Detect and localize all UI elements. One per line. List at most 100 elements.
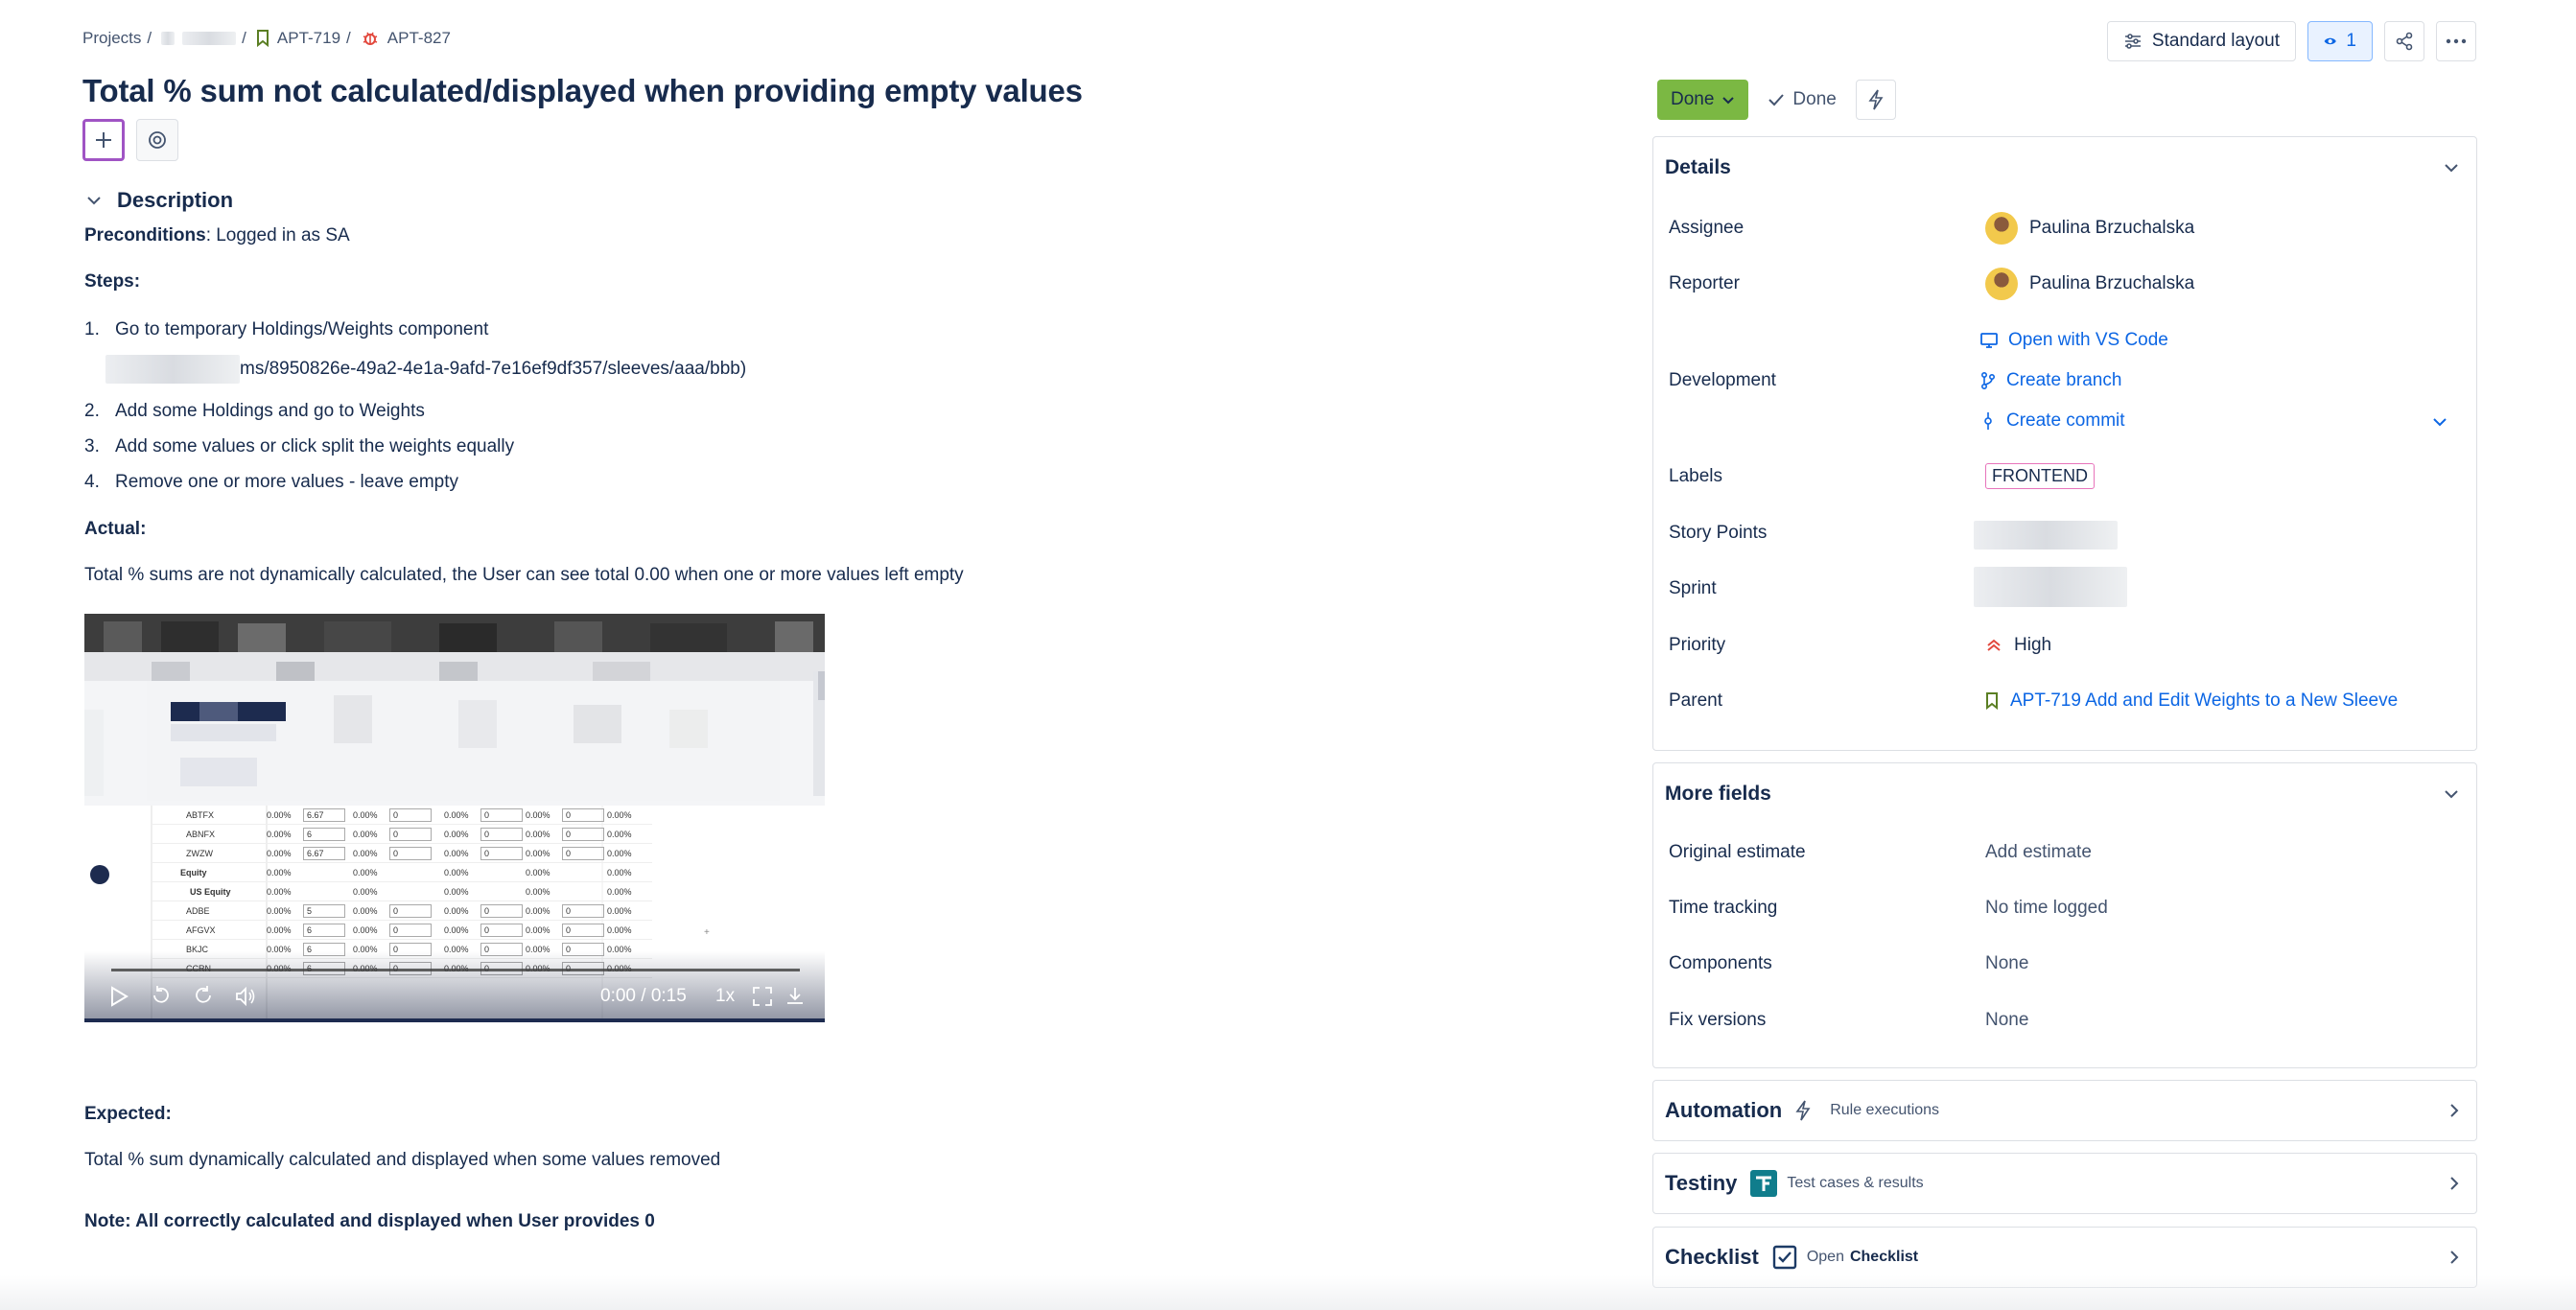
step-number: 1. [84,319,100,339]
video-row-name: Equity [180,868,207,877]
issue-header-actions: Standard layout 1 [2106,21,2476,61]
apps-button[interactable] [136,119,178,161]
video-row-value: 0.00% [353,925,378,935]
step-text: Go to temporary Holdings/Weights compone… [115,319,489,339]
fix-versions-field[interactable]: None [1985,1010,2028,1031]
more-actions-button[interactable] [2436,21,2476,61]
download-button[interactable] [785,986,806,1007]
video-row-input: 0 [562,924,604,937]
breadcrumb-projects-link[interactable]: Projects [82,29,141,48]
video-table-row: ADBE 0.00% 5 0.00% 0 0.00% 0 0.00% 0 0.00% [152,903,652,921]
video-row-name: AFGVX [186,925,216,935]
time-tracking-field[interactable]: No time logged [1985,898,2108,919]
testiny-subtitle: Test cases & results [1750,1170,1924,1197]
url-redacted [105,355,240,384]
steps-label: Steps: [84,271,141,292]
description-header[interactable]: Description [86,188,233,213]
video-progress-bar[interactable] [111,969,800,971]
forward-10-button[interactable] [192,984,215,1007]
sprint-field[interactable] [1974,567,2127,607]
target-icon [149,131,166,149]
share-button[interactable] [2384,21,2424,61]
video-row-value: 0.00% [353,810,378,820]
video-row-value: 0.00% [526,849,550,858]
add-button[interactable] [82,119,125,161]
video-row-input: 6.67 [303,808,345,822]
video-row-input: 6.67 [303,847,345,860]
automation-subtitle: Rule executions [1795,1100,1939,1121]
playback-speed-button[interactable]: 1x [715,986,735,1007]
video-row-value: 0.00% [526,830,550,839]
issue-title[interactable]: Total % sum not calculated/displayed whe… [82,73,1083,109]
video-row-value: 0.00% [267,925,292,935]
rewind-10-button[interactable] [150,984,173,1007]
assignee-label: Assignee [1669,218,1745,238]
video-row-value: 0.00% [267,906,292,916]
automation-actions-button[interactable] [1855,80,1896,120]
chevron-right-icon [2450,1177,2459,1190]
components-label: Components [1669,953,1772,973]
video-row-input: 0 [389,924,432,937]
expected-text: Total % sum dynamically calculated and d… [84,1150,721,1170]
video-row-input: 0 [562,847,604,860]
video-row-input: 6 [303,924,345,937]
story-points-redacted [1974,521,2118,550]
fullscreen-button[interactable] [752,986,773,1007]
video-row-value: 0.00% [353,906,378,916]
more-fields-header[interactable]: More fields [1653,763,2476,825]
video-row-input: 0 [389,808,432,822]
reporter-field[interactable]: Paulina Brzuchalska [1985,268,2194,300]
share-icon [2396,32,2413,51]
volume-button[interactable] [234,986,257,1007]
chevron-right-icon [2450,1251,2459,1264]
video-controls: 0:00 / 0:15 1x [84,951,825,1018]
step-number: 4. [84,472,100,492]
ellipsis-icon [2446,38,2467,44]
video-row-value: 0.00% [267,887,292,897]
priority-field[interactable]: High [1985,635,2051,656]
checklist-subtitle: Open Checklist [1772,1245,1918,1270]
automation-panel[interactable]: Automation Rule executions [1652,1080,2477,1141]
video-row-value: 0.00% [526,868,550,877]
video-attachment[interactable]: + ABTFX 0.00% 6.67 0.00% 0 0.00% 0 0.00% 0 0.00% A… [84,614,825,1022]
video-table-row: Equity 0.00% 0.00% 0.00% 0.00% 0.00% [152,865,652,882]
breadcrumb: Projects / / APT-719 / APT-827 [82,29,451,48]
assignee-field[interactable]: Paulina Brzuchalska [1985,212,2194,245]
label-chip[interactable]: FRONTEND [1985,463,2095,489]
labels-field[interactable]: FRONTEND [1985,463,2095,489]
original-estimate-field[interactable]: Add estimate [1985,842,2092,863]
bug-icon [363,32,378,45]
details-header[interactable]: Details [1653,137,2476,199]
bottom-fade [0,1275,2576,1310]
sliders-icon [2124,34,2141,49]
breadcrumb-issue-link[interactable]: APT-827 [361,29,451,48]
status-dropdown[interactable]: Done [1657,80,1749,120]
step-text: Remove one or more values - leave empty [115,472,458,492]
sprint-label: Sprint [1669,578,1717,598]
video-row-input: 0 [562,904,604,918]
avatar [1985,268,2018,300]
video-table-row: ZWZW 0.00% 6.67 0.00% 0 0.00% 0 0.00% 0 0.00% [152,846,652,863]
layout-button[interactable]: Standard layout [2106,21,2296,61]
parent-link[interactable]: APT-719 Add and Edit Weights to a New Sl… [1985,690,2398,712]
chevron-down-icon[interactable] [2432,417,2447,427]
video-row-value: 0.00% [526,887,550,897]
story-points-field[interactable] [1974,521,2118,550]
open-vscode-link[interactable]: Open with VS Code [1979,330,2168,351]
create-branch-link[interactable]: Create branch [1979,370,2121,391]
branch-icon [1980,371,1996,390]
video-table-row: US Equity 0.00% 0.00% 0.00% 0.00% 0.00% [152,884,652,901]
create-commit-link[interactable]: Create commit [1979,410,2125,432]
play-button[interactable] [109,986,129,1007]
watch-button[interactable]: 1 [2307,21,2373,61]
components-field[interactable]: None [1985,953,2028,974]
resolution-label: Done [1792,89,1837,109]
video-row-value: 0.00% [267,849,292,858]
project-avatar-icon [161,32,176,45]
chevron-down-icon [87,197,101,205]
breadcrumb-project-link[interactable] [161,32,237,45]
testiny-panel[interactable]: Testiny Test cases & results [1652,1153,2477,1214]
avatar [1985,212,2018,245]
actual-text: Total % sums are not dynamically calcula… [84,565,964,585]
breadcrumb-parent-link[interactable]: APT-719 [256,29,340,48]
